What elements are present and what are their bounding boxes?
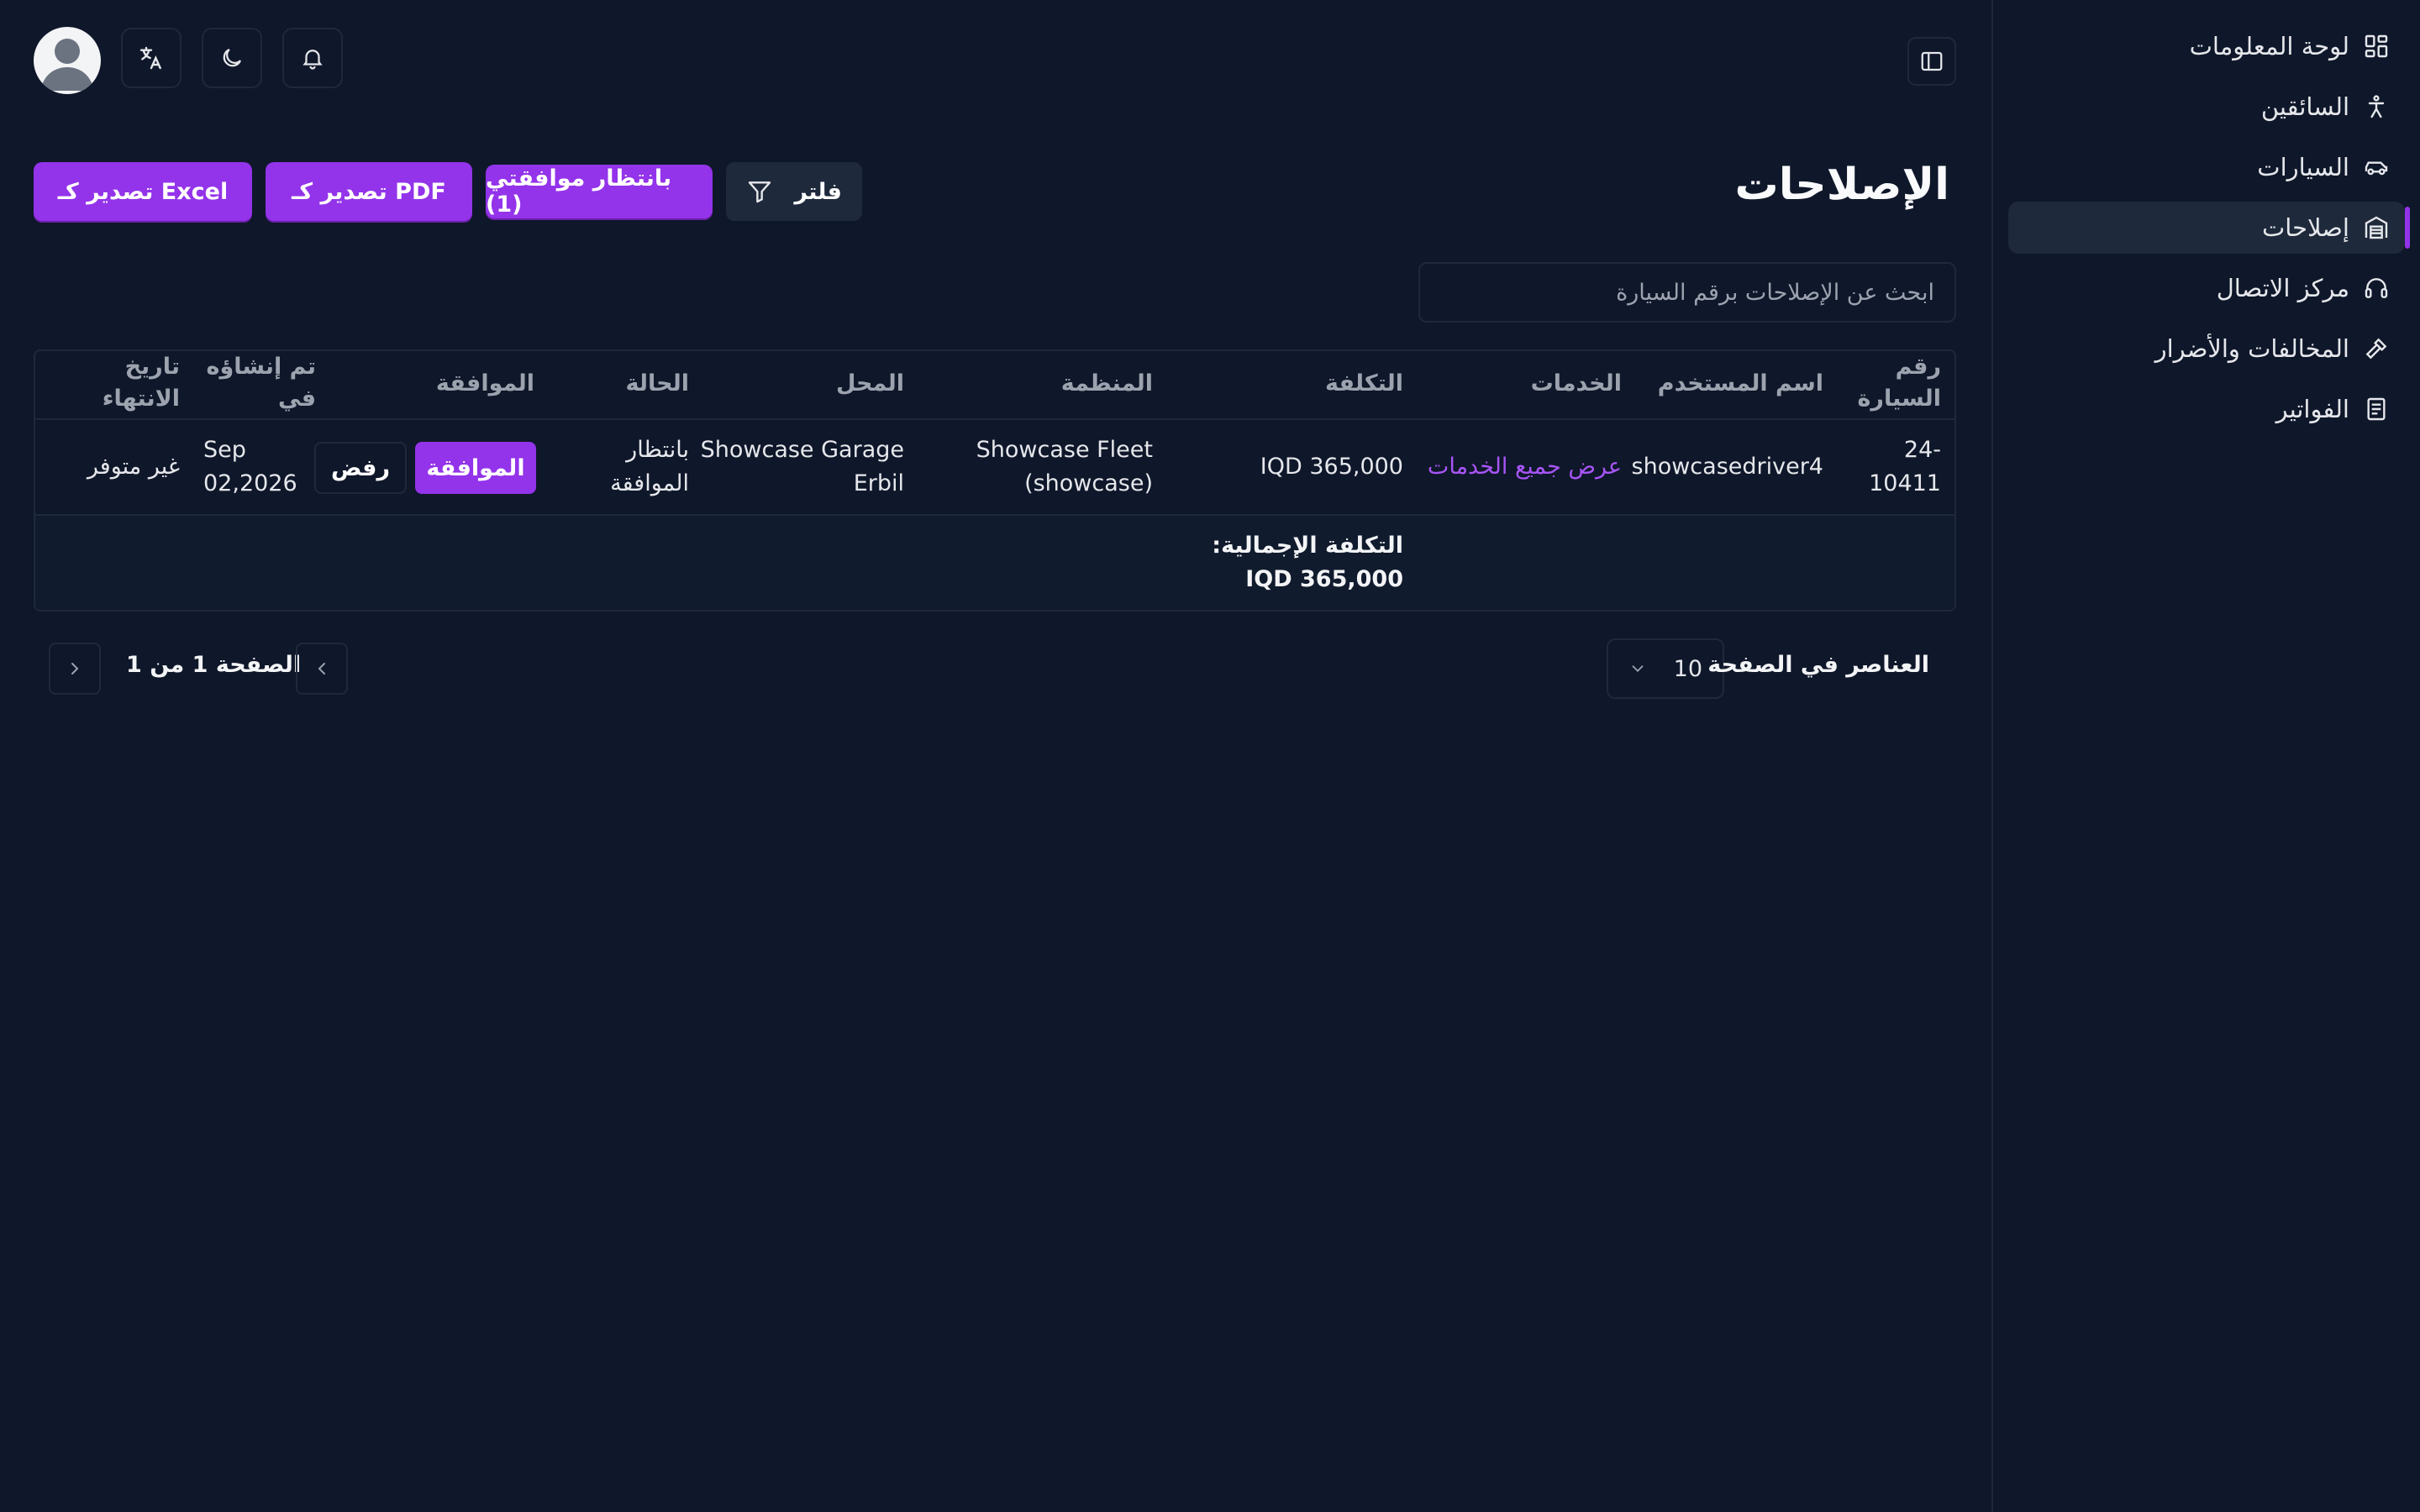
cell-status: بانتظار الموافقة bbox=[610, 433, 689, 501]
previous-page-button[interactable] bbox=[296, 643, 348, 695]
sidebar-item-repairs[interactable]: إصلاحات bbox=[2008, 202, 2410, 254]
cell-username: showcasedriver4 bbox=[1631, 454, 1823, 480]
header-organization[interactable]: المنظمة bbox=[1061, 368, 1153, 400]
sidebar-item-drivers[interactable]: السائقين bbox=[2008, 81, 2405, 133]
repairs-table: رقم السيارة اسم المستخدم الخدمات التكلفة… bbox=[34, 349, 1956, 612]
total-cost-label: التكلفة الإجمالية: bbox=[1212, 533, 1403, 559]
translate-button[interactable] bbox=[121, 28, 182, 88]
page-indicator: الصفحة 1 من 1 bbox=[126, 652, 302, 678]
cell-text: Showcase Fleet bbox=[976, 437, 1153, 463]
search-input[interactable] bbox=[1418, 262, 1956, 323]
sidebar-item-label: السيارات bbox=[2257, 153, 2349, 181]
chevron-down-icon bbox=[1628, 659, 1647, 678]
sidebar-item-label: الفواتير bbox=[2275, 395, 2349, 423]
cell-cost: IQD 365,000 bbox=[1260, 454, 1403, 480]
cell-expiry: غير متوفر bbox=[87, 454, 180, 480]
header-text: السيارة bbox=[1857, 386, 1941, 412]
header-expiry[interactable]: تاريخ الانتهاء bbox=[103, 351, 180, 415]
sidebar-nav: لوحة المعلومات السائقين السيارات إصلاحات… bbox=[1993, 20, 2420, 435]
sidebar-item-call-center[interactable]: مركز الاتصال bbox=[2008, 262, 2405, 314]
avatar[interactable] bbox=[34, 27, 101, 94]
page-title: الإصلاحات bbox=[1734, 160, 1949, 210]
items-per-page-select[interactable]: 10 bbox=[1607, 638, 1724, 699]
sidebar-item-label: السائقين bbox=[2260, 92, 2349, 121]
header-car-number[interactable]: رقم السيارة bbox=[1857, 351, 1941, 415]
next-page-button[interactable] bbox=[49, 643, 101, 695]
cell-organization: Showcase Fleet (showcase) bbox=[976, 433, 1153, 501]
chevron-right-icon bbox=[65, 659, 85, 679]
car-icon bbox=[2363, 154, 2390, 181]
cell-text: -24 bbox=[1903, 437, 1941, 463]
headset-icon bbox=[2363, 275, 2390, 302]
header-created-at[interactable]: تم إنشاؤه في bbox=[207, 351, 316, 415]
cell-text: (showcase) bbox=[1024, 470, 1153, 496]
export-excel-button[interactable]: تصدير كـ Excel bbox=[34, 162, 252, 221]
notifications-button[interactable] bbox=[282, 28, 343, 88]
approve-button[interactable]: الموافقة bbox=[415, 442, 536, 494]
items-per-page-label: العناصر في الصفحة bbox=[1707, 652, 1929, 678]
sidebar-item-label: لوحة المعلومات bbox=[2189, 32, 2349, 60]
items-per-page-value: 10 bbox=[1673, 655, 1702, 682]
dashboard-icon bbox=[2363, 33, 2390, 60]
person-icon bbox=[2363, 93, 2390, 120]
cell-text: Showcase Garage bbox=[700, 437, 904, 463]
header-services[interactable]: الخدمات bbox=[1531, 368, 1622, 400]
header-text: تاريخ bbox=[124, 354, 180, 380]
total-cost-value: IQD 365,000 bbox=[1245, 566, 1403, 592]
sidebar-item-invoices[interactable]: الفواتير bbox=[2008, 383, 2405, 435]
sidebar-item-label: إصلاحات bbox=[2261, 213, 2349, 242]
filter-label: فلتر bbox=[794, 178, 842, 205]
cell-text: الموافقة bbox=[610, 470, 689, 496]
header-text: في bbox=[278, 386, 316, 412]
header-text: الانتهاء bbox=[102, 386, 180, 412]
sidebar-toggle-button[interactable] bbox=[1907, 37, 1956, 86]
cell-text: بانتظار bbox=[626, 437, 689, 463]
sidebar-item-label: المخالفات والأضرار bbox=[2154, 334, 2349, 363]
cell-created-at: Sep 02,2026 bbox=[203, 433, 316, 501]
garage-icon bbox=[2363, 214, 2390, 241]
cell-car-number: -24 10411 bbox=[1869, 433, 1941, 501]
header-approval[interactable]: الموافقة bbox=[436, 368, 534, 400]
table-footer: التكلفة الإجمالية: IQD 365,000 bbox=[35, 516, 1954, 610]
reject-button[interactable]: رفض bbox=[314, 442, 407, 494]
header-shop[interactable]: المحل bbox=[836, 368, 904, 400]
header-username[interactable]: اسم المستخدم bbox=[1658, 368, 1823, 400]
sidebar-toggle-icon bbox=[1919, 49, 1944, 74]
cell-shop: Showcase Garage Erbil bbox=[701, 433, 904, 501]
header-cost[interactable]: التكلفة bbox=[1325, 368, 1403, 400]
cell-text: Sep bbox=[203, 437, 246, 463]
theme-toggle-button[interactable] bbox=[202, 28, 262, 88]
chevron-left-icon bbox=[312, 659, 332, 679]
header-text: تم إنشاؤه bbox=[206, 354, 316, 380]
cell-text: 02,2026 bbox=[203, 470, 297, 496]
header-text: رقم bbox=[1895, 354, 1941, 380]
filter-icon bbox=[746, 178, 773, 205]
sidebar-item-label: مركز الاتصال bbox=[2216, 274, 2349, 302]
cell-text: 10411 bbox=[1869, 470, 1941, 496]
export-pdf-button[interactable]: تصدير كـ PDF bbox=[266, 162, 472, 221]
cell-text: Erbil bbox=[853, 470, 904, 496]
header-status[interactable]: الحالة bbox=[625, 368, 689, 400]
dark-mode-icon bbox=[219, 45, 245, 71]
invoice-icon bbox=[2363, 396, 2390, 423]
sidebar-item-violations[interactable]: المخالفات والأضرار bbox=[2008, 323, 2405, 375]
translate-icon bbox=[138, 45, 165, 71]
sidebar: لوحة المعلومات السائقين السيارات إصلاحات… bbox=[1991, 0, 2420, 1512]
filter-button[interactable]: فلتر bbox=[726, 162, 862, 221]
divider bbox=[35, 418, 1954, 420]
total-cost: التكلفة الإجمالية: IQD 365,000 bbox=[1212, 529, 1403, 596]
hammer-icon bbox=[2363, 335, 2390, 362]
view-services-link[interactable]: عرض جميع الخدمات bbox=[1428, 450, 1622, 484]
notification-icon bbox=[300, 45, 325, 71]
sidebar-item-dashboard[interactable]: لوحة المعلومات bbox=[2008, 20, 2405, 72]
pending-approval-button[interactable]: بانتظار موافقتي (1) bbox=[486, 165, 713, 218]
sidebar-item-cars[interactable]: السيارات bbox=[2008, 141, 2405, 193]
